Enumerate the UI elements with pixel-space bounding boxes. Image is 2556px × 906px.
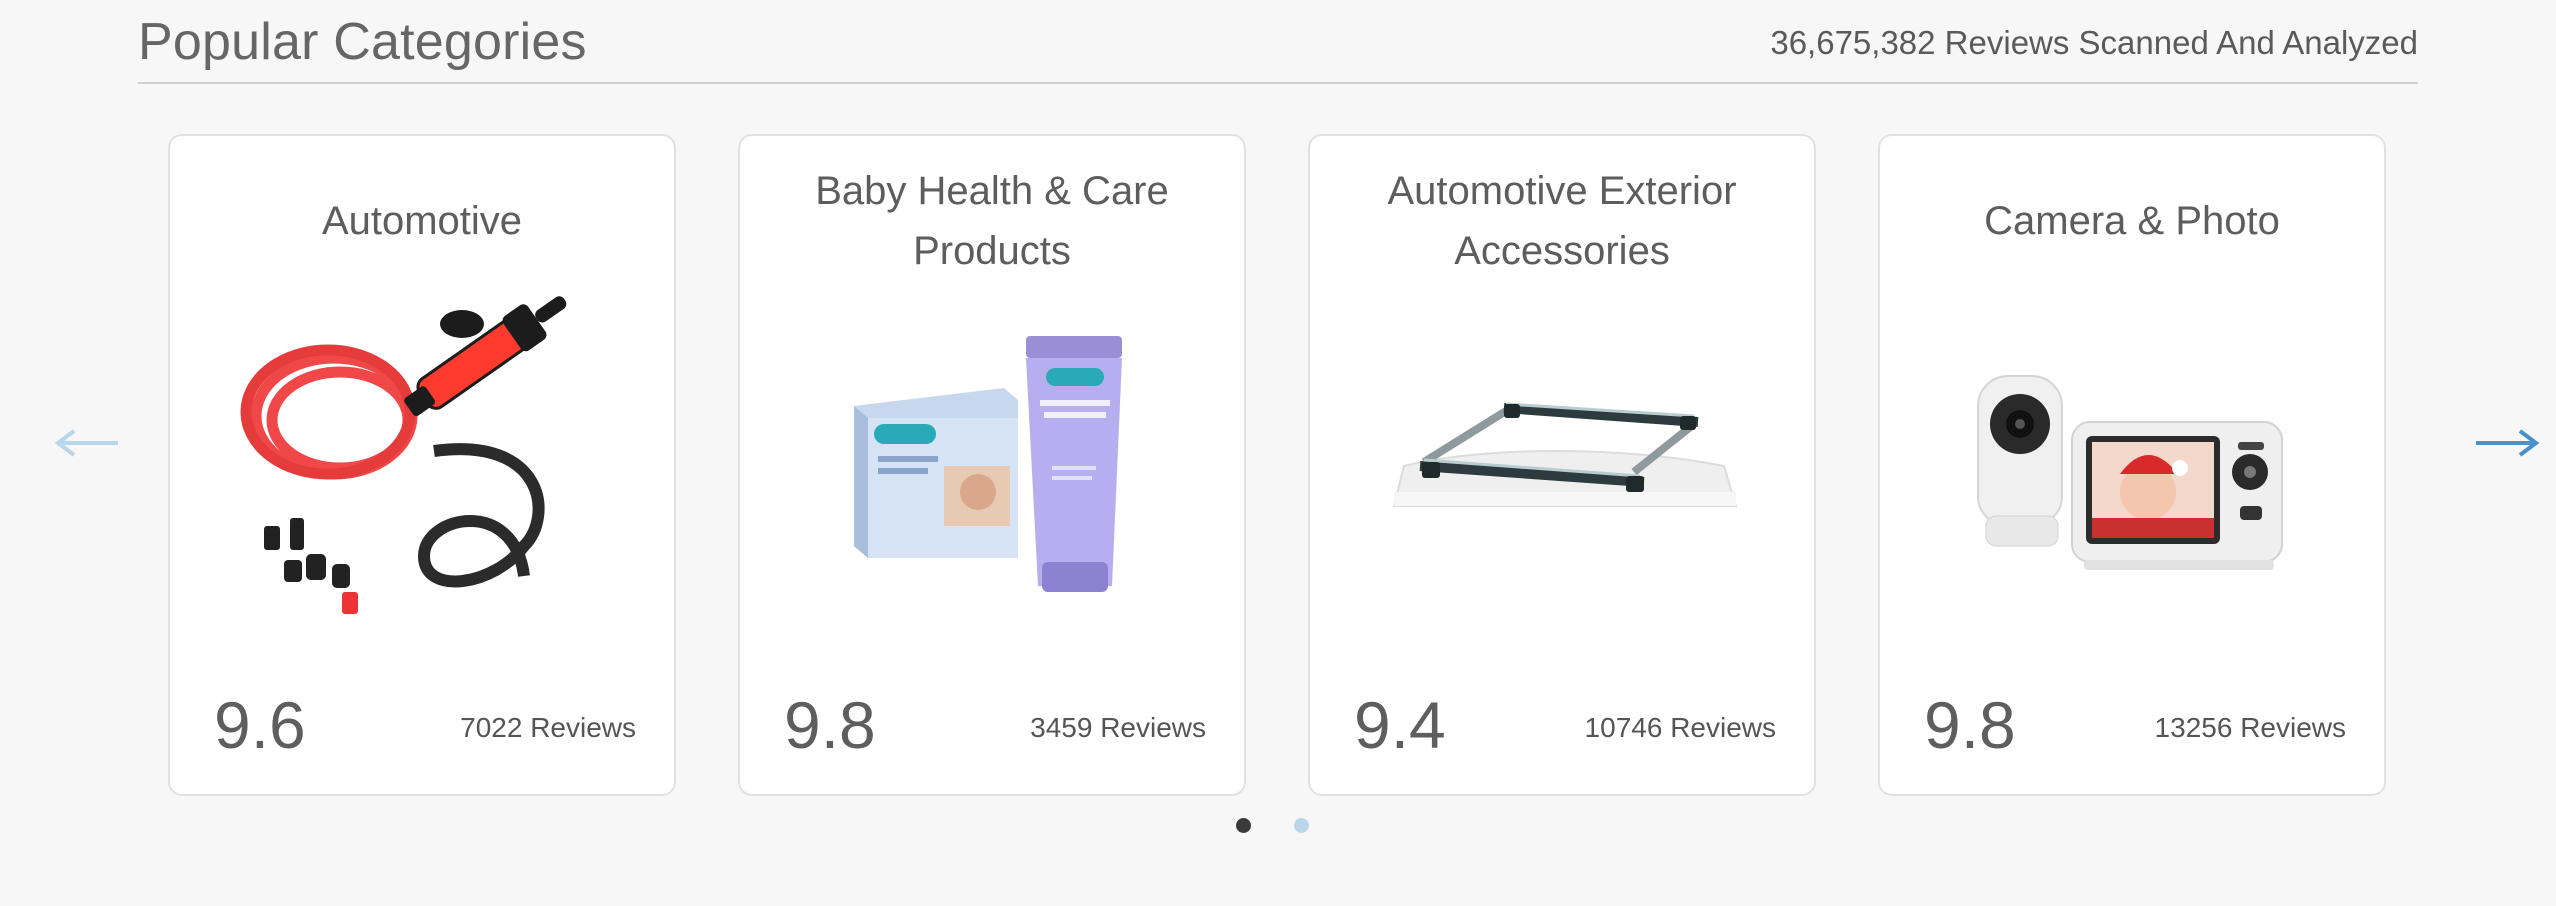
- reviews-scanned-stat: 36,675,382 Reviews Scanned And Analyzed: [1770, 24, 2418, 61]
- carousel-prev-button[interactable]: [52, 415, 122, 471]
- category-card-baby-health-care[interactable]: Baby Health & Care Products 9.8 3459 Rev…: [738, 134, 1246, 796]
- category-title: Automotive Exterior Accessories: [1387, 169, 1737, 273]
- lanolin-cream-image: [794, 296, 1194, 616]
- pagination-dot-1[interactable]: [1236, 818, 1251, 833]
- baby-monitor-image: [1934, 296, 2334, 616]
- section-header: Popular Categories 36,675,382 Reviews Sc…: [138, 0, 2418, 84]
- section-title: Popular Categories: [138, 13, 587, 71]
- category-score: 9.4: [1354, 688, 1446, 762]
- carousel-next-button[interactable]: [2472, 415, 2542, 471]
- category-review-count: 10746 Reviews: [1584, 712, 1776, 743]
- arrow-right-icon: [2476, 429, 2540, 457]
- category-title: Camera & Photo: [1984, 199, 2280, 243]
- category-score: 9.8: [1924, 688, 2016, 762]
- category-review-count: 13256 Reviews: [2154, 712, 2346, 743]
- category-carousel: Automotive 9.6 7022 Reviews Baby Health …: [168, 134, 2388, 798]
- category-card-camera-photo[interactable]: Camera & Photo 9.8 13256 Reviews: [1878, 134, 2386, 796]
- category-score: 9.6: [214, 688, 306, 762]
- carousel-pagination: [1236, 818, 1316, 838]
- arrow-left-icon: [54, 429, 118, 457]
- category-title: Automotive: [321, 199, 523, 243]
- category-review-count: 3459 Reviews: [1030, 712, 1206, 743]
- category-card-automotive[interactable]: Automotive 9.6 7022 Reviews: [168, 134, 676, 796]
- category-score: 9.8: [784, 688, 876, 762]
- pagination-dot-2[interactable]: [1294, 818, 1309, 833]
- category-title: Baby Health & Care Products: [815, 169, 1169, 273]
- popular-categories-section: Popular Categories 36,675,382 Reviews Sc…: [0, 0, 2556, 906]
- roof-rack-crossbars-image: [1364, 296, 1764, 616]
- fuel-siphon-pump-image: [224, 296, 624, 616]
- category-card-automotive-exterior[interactable]: Automotive Exterior Accessories 9.4 1074…: [1308, 134, 1816, 796]
- category-review-count: 7022 Reviews: [460, 712, 636, 743]
